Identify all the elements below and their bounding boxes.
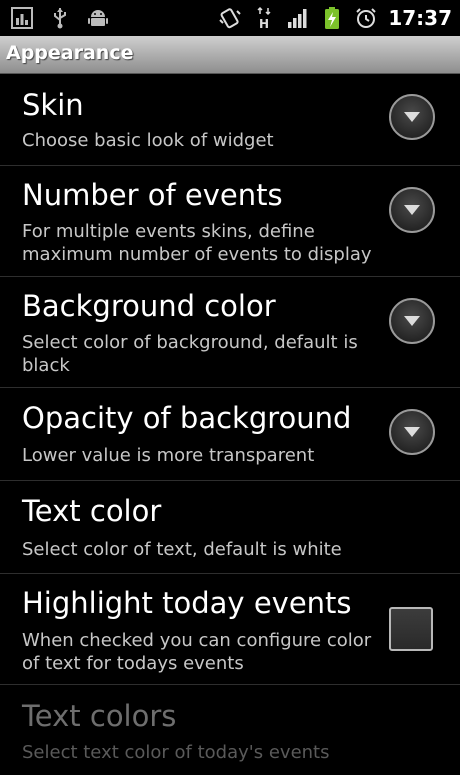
preference-number-of-events[interactable]: Number of events For multiple events ski… — [0, 166, 460, 277]
preference-highlight-today-events[interactable]: Highlight today events When checked you … — [0, 574, 460, 685]
highlight-today-checkbox[interactable] — [389, 607, 433, 651]
alarm-icon — [356, 8, 377, 28]
skin-dropdown-button[interactable] — [389, 94, 435, 140]
signal-icon — [288, 9, 307, 28]
preference-summary: Select color of text, default is white — [22, 539, 342, 560]
preference-opacity-of-background[interactable]: Opacity of background Lower value is mor… — [0, 388, 460, 481]
preference-title: Background color — [22, 289, 276, 323]
preference-title: Number of events — [22, 178, 283, 212]
preference-summary: For multiple events skins, define maximu… — [22, 221, 372, 265]
preference-list: Skin Choose basic look of widget Number … — [0, 74, 460, 775]
background-color-dropdown-button[interactable] — [389, 298, 435, 344]
preference-summary: When checked you can configure color of … — [22, 630, 372, 674]
opacity-dropdown-button[interactable] — [389, 409, 435, 455]
chevron-down-icon — [404, 316, 420, 326]
hspa-data-icon: H — [257, 6, 271, 30]
gallery-notification-icon[interactable] — [10, 6, 34, 30]
title-bar: Appearance — [0, 36, 460, 74]
status-bar: H 17:37 — [0, 0, 460, 36]
usb-icon[interactable] — [48, 6, 72, 30]
android-debug-icon[interactable] — [86, 6, 110, 30]
svg-text:H: H — [259, 17, 269, 30]
status-clock: 17:37 — [388, 6, 452, 30]
preference-title: Text color — [22, 494, 162, 528]
preference-skin[interactable]: Skin Choose basic look of widget — [0, 74, 460, 166]
preference-title: Skin — [22, 88, 84, 122]
preference-summary: Select text color of today's events — [22, 742, 330, 763]
preference-background-color[interactable]: Background color Select color of backgro… — [0, 277, 460, 388]
preference-title: Highlight today events — [22, 586, 352, 620]
number-of-events-dropdown-button[interactable] — [389, 187, 435, 233]
preference-title: Text colors — [22, 699, 177, 733]
chevron-down-icon — [404, 112, 420, 122]
preference-text-colors: Text colors Select text color of today's… — [0, 685, 460, 775]
chevron-down-icon — [404, 205, 420, 215]
preference-summary: Choose basic look of widget — [22, 130, 274, 151]
chevron-down-icon — [404, 427, 420, 437]
preference-summary: Lower value is more transparent — [22, 445, 315, 466]
preference-text-color[interactable]: Text color Select color of text, default… — [0, 481, 460, 574]
preference-title: Opacity of background — [22, 401, 352, 435]
screen-title: Appearance — [6, 42, 134, 64]
battery-charging-icon — [325, 7, 340, 29]
preference-summary: Select color of background, default is b… — [22, 332, 358, 376]
vibrate-icon — [219, 8, 242, 29]
